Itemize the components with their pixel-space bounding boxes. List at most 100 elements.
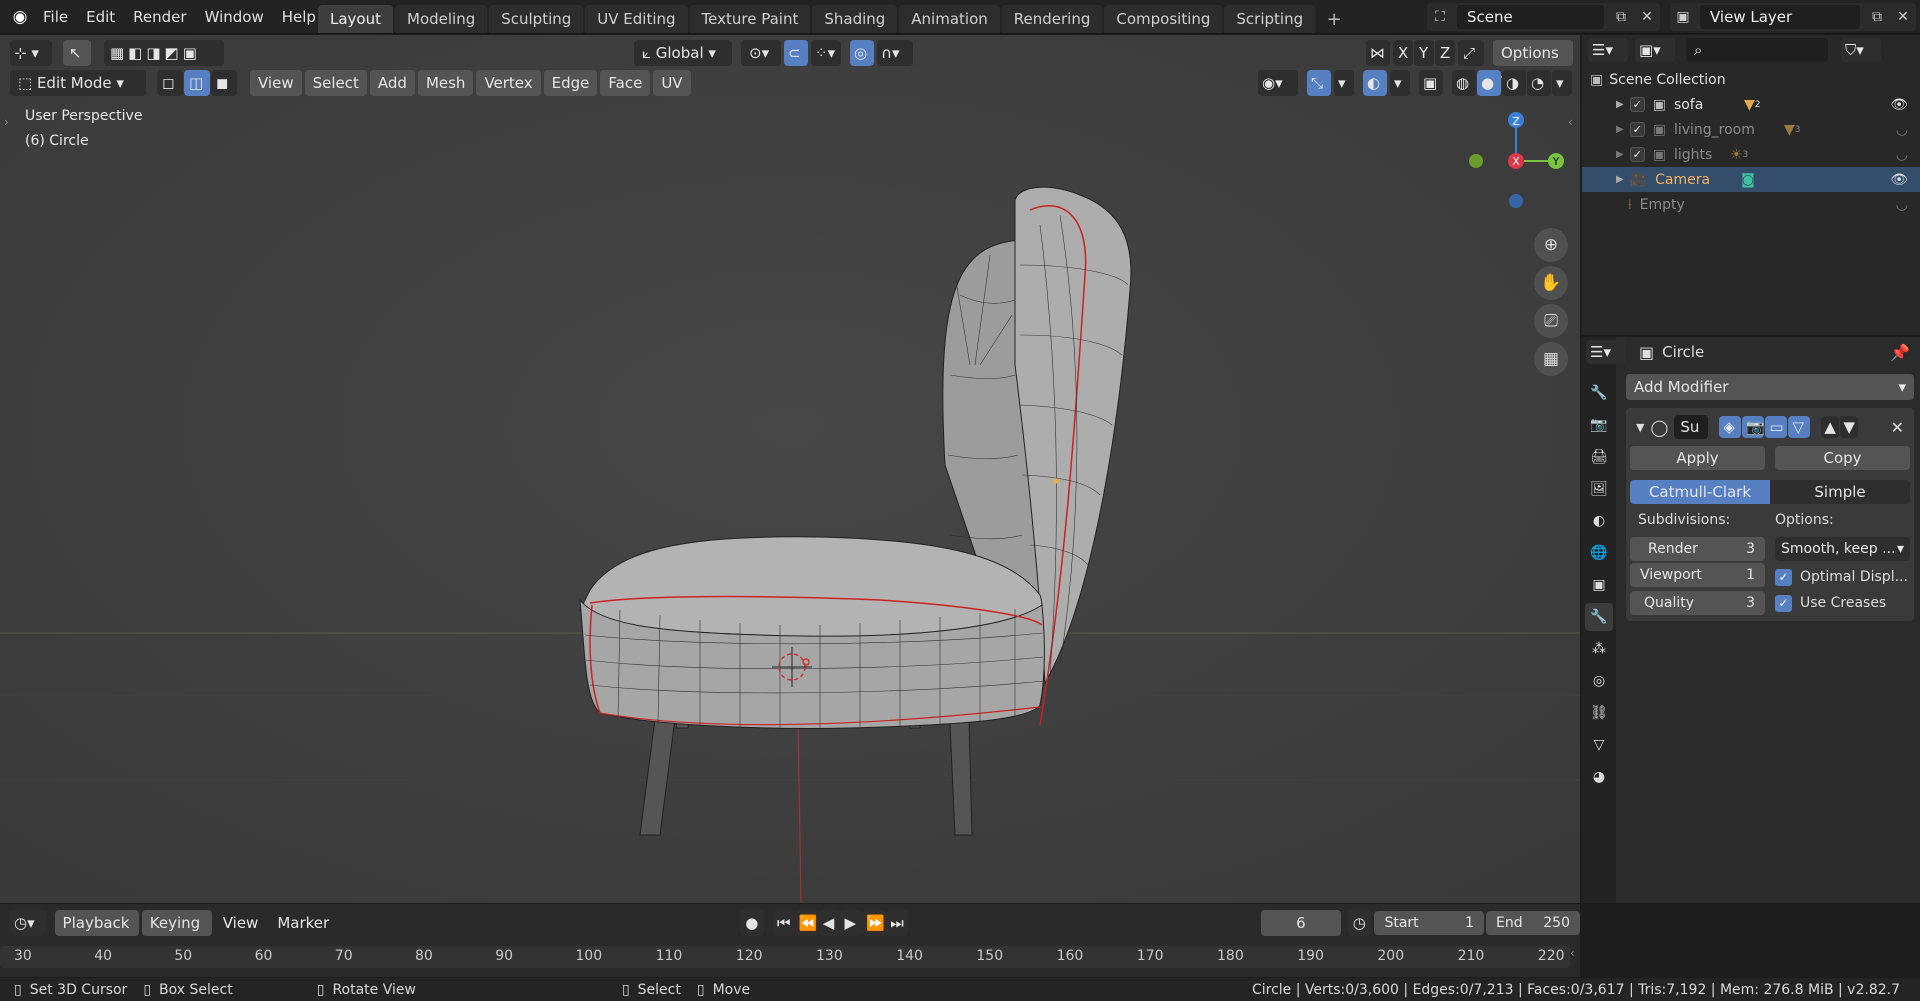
- proportional-edit-icon[interactable]: ◎: [850, 40, 874, 66]
- outliner-row-empty[interactable]: ⟊ Empty ◡: [1582, 192, 1920, 217]
- catmull-clark-button[interactable]: Catmull-Clark: [1630, 480, 1770, 504]
- mirror-z-toggle[interactable]: Z: [1435, 40, 1455, 66]
- view-layer-name-field[interactable]: View Layer: [1700, 5, 1860, 29]
- ortho-grid-icon[interactable]: ▦: [1534, 342, 1568, 376]
- zoom-icon[interactable]: ⊕: [1534, 228, 1568, 262]
- filter-icon[interactable]: ⛉▾: [1841, 38, 1881, 62]
- optimal-display-checkbox[interactable]: ✓: [1775, 568, 1792, 586]
- eye-icon[interactable]: 👁: [1890, 172, 1908, 188]
- camera-view-icon[interactable]: ⎚: [1534, 304, 1568, 338]
- modifier-tab-icon[interactable]: 🔧: [1585, 603, 1613, 631]
- transform-orientation-dropdown[interactable]: ⟀ Global ▾: [634, 40, 732, 66]
- edge-select-icon[interactable]: ◫: [184, 70, 210, 96]
- world-tab-icon[interactable]: 🌐: [1585, 539, 1613, 567]
- eye-icon[interactable]: 👁: [1890, 97, 1908, 113]
- delete-scene-icon[interactable]: ✕: [1634, 5, 1660, 29]
- collapse-arrow-icon[interactable]: ▼: [1636, 421, 1644, 434]
- tool-tab-icon[interactable]: 🔧: [1585, 379, 1613, 407]
- quality-field[interactable]: Quality 3: [1630, 591, 1765, 615]
- menu-file[interactable]: File: [34, 0, 77, 34]
- hidden-icon[interactable]: ◡: [1896, 197, 1908, 213]
- data-tab-icon[interactable]: ▽: [1585, 731, 1613, 759]
- render-levels-field[interactable]: Render 3: [1630, 537, 1765, 561]
- scene-icon[interactable]: ⛶: [1427, 5, 1453, 29]
- display-mode-icon[interactable]: ▣▾: [1635, 38, 1675, 62]
- new-view-layer-icon[interactable]: ⧉: [1864, 5, 1890, 29]
- select-mode-icons[interactable]: ▦◧◨◩▣: [104, 40, 224, 66]
- snap-icon[interactable]: ⊂: [784, 40, 808, 66]
- jump-start-icon[interactable]: ⏮: [772, 910, 795, 936]
- material-tab-icon[interactable]: ◕: [1585, 763, 1613, 791]
- mirror-x-toggle[interactable]: X: [1393, 40, 1413, 66]
- sidebar-expand-icon[interactable]: ‹: [1568, 115, 1573, 129]
- tab-compositing[interactable]: Compositing: [1104, 5, 1223, 33]
- tab-layout[interactable]: Layout: [318, 5, 393, 33]
- gizmo-toggle-icon[interactable]: ⤡: [1307, 70, 1331, 96]
- menu-view[interactable]: View: [250, 70, 302, 96]
- outliner-row-sofa[interactable]: ▶ ✓ ▣ sofa ▼ 2 👁: [1582, 92, 1920, 117]
- include-checkbox[interactable]: ✓: [1629, 147, 1645, 162]
- tab-modeling[interactable]: Modeling: [395, 5, 488, 33]
- preview-range-icon[interactable]: ◷: [1347, 910, 1372, 936]
- jump-end-icon[interactable]: ⏭: [886, 910, 909, 936]
- tab-scripting[interactable]: Scripting: [1224, 5, 1316, 33]
- menu-edit[interactable]: Edit: [77, 0, 124, 34]
- tab-uv-editing[interactable]: UV Editing: [585, 5, 688, 33]
- expand-arrow-icon[interactable]: ▶: [1616, 174, 1624, 185]
- start-frame-field[interactable]: Start 1: [1374, 911, 1484, 935]
- editor-type-icon[interactable]: ⊹ ▾: [10, 40, 52, 66]
- outliner-root[interactable]: ▣ Scene Collection: [1582, 67, 1920, 92]
- pan-hand-icon[interactable]: ✋: [1534, 266, 1568, 300]
- mirror-icon[interactable]: ⋈: [1366, 40, 1390, 66]
- overlays-toggle-icon[interactable]: ◐: [1363, 70, 1387, 96]
- end-frame-field[interactable]: End 250: [1485, 911, 1580, 935]
- gizmo-dropdown-icon[interactable]: ▾: [1334, 70, 1354, 96]
- view-layer-tab-icon[interactable]: 🖼: [1585, 475, 1613, 503]
- properties-editor-icon[interactable]: ☰▾: [1586, 340, 1626, 364]
- record-icon[interactable]: ●: [740, 910, 764, 936]
- 3d-viewport[interactable]: Z Y X ⊹ ▾ ↖ ▦◧◨◩▣ ⟀ Global ▾ ⊙▾ ⊂ ⁘▾ ◎ ∩…: [0, 35, 1580, 903]
- tab-texture-paint[interactable]: Texture Paint: [689, 5, 811, 33]
- add-workspace-button[interactable]: +: [1321, 6, 1347, 32]
- simple-button[interactable]: Simple: [1770, 480, 1910, 504]
- solid-shading-icon[interactable]: ●: [1477, 70, 1501, 96]
- include-checkbox[interactable]: ✓: [1629, 122, 1645, 137]
- timeline-view-menu[interactable]: View: [215, 910, 267, 936]
- outliner-editor-icon[interactable]: ☰▾: [1588, 38, 1628, 62]
- add-modifier-dropdown[interactable]: Add Modifier ▾: [1626, 374, 1914, 400]
- move-up-icon[interactable]: ▲: [1821, 416, 1840, 438]
- menu-face[interactable]: Face: [600, 70, 651, 96]
- object-tab-icon[interactable]: ▣: [1585, 571, 1613, 599]
- toolbar-expand-icon[interactable]: ›: [4, 115, 9, 129]
- menu-render[interactable]: Render: [124, 0, 195, 34]
- timeline-scroll-icon[interactable]: ‹: [1570, 946, 1575, 960]
- remove-modifier-icon[interactable]: ✕: [1891, 418, 1904, 437]
- hidden-icon[interactable]: ◡: [1896, 122, 1908, 138]
- constraints-tab-icon[interactable]: ⛓: [1585, 699, 1613, 727]
- viewport-scene[interactable]: Z Y X: [0, 35, 1580, 903]
- output-tab-icon[interactable]: 🖨: [1585, 443, 1613, 471]
- menu-uv[interactable]: UV: [653, 70, 691, 96]
- overlays-dropdown-icon[interactable]: ▾: [1390, 70, 1410, 96]
- editmode-toggle-icon[interactable]: ▽: [1788, 416, 1811, 438]
- modifier-name-field[interactable]: Su: [1674, 415, 1709, 439]
- tab-animation[interactable]: Animation: [899, 5, 1000, 33]
- pin-icon[interactable]: 📌: [1890, 343, 1910, 362]
- falloff-icon[interactable]: ∩▾: [877, 40, 913, 66]
- marker-menu[interactable]: Marker: [269, 910, 337, 936]
- uv-smooth-dropdown[interactable]: Smooth, keep ... ▾: [1775, 537, 1910, 561]
- play-reverse-icon[interactable]: ◀: [818, 910, 841, 936]
- optimal-display-row[interactable]: ✓ Optimal Displ...: [1775, 566, 1910, 588]
- vertex-select-icon[interactable]: ◻: [157, 70, 183, 96]
- snap-target-icon[interactable]: ⁘▾: [811, 40, 841, 66]
- render-tab-icon[interactable]: 📷: [1585, 411, 1613, 439]
- gizmo-neg-y-handle[interactable]: [1469, 154, 1483, 168]
- auto-merge-icon[interactable]: ⤢: [1458, 40, 1484, 66]
- edit-cage-icon[interactable]: ◈: [1719, 416, 1742, 438]
- outliner-search-input[interactable]: ⌕: [1686, 38, 1828, 62]
- view-layer-icon[interactable]: ▣: [1670, 5, 1696, 29]
- scene-name-field[interactable]: Scene: [1457, 5, 1604, 29]
- options-dropdown[interactable]: Options ▾: [1493, 40, 1573, 88]
- material-shading-icon[interactable]: ◑: [1502, 70, 1526, 96]
- physics-tab-icon[interactable]: ◎: [1585, 667, 1613, 695]
